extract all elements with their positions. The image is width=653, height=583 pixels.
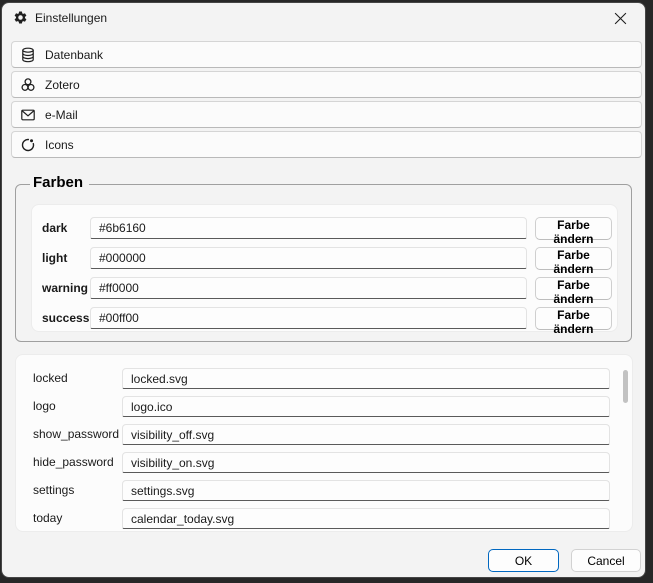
color-value-input[interactable] [90,307,527,329]
scrollbar-thumb[interactable] [623,370,628,403]
color-value-input[interactable] [90,247,527,269]
change-color-button[interactable]: Farbe ändern [535,217,612,240]
icon-file-label: today [33,508,62,529]
cancel-button[interactable]: Cancel [571,549,641,572]
close-button[interactable] [601,4,639,32]
section-label: e-Mail [45,108,78,122]
change-color-button[interactable]: Farbe ändern [535,307,612,330]
color-label: light [42,247,67,270]
icon-file-row-logo: logo [16,396,632,417]
icon-file-input[interactable] [122,368,610,389]
icon-file-input[interactable] [122,424,610,445]
icon-file-label: logo [33,396,56,417]
zotero-icon [20,77,36,93]
color-label: warning [42,277,88,300]
change-color-button[interactable]: Farbe ändern [535,247,612,270]
gear-icon [13,10,28,25]
envelope-icon [20,107,36,123]
color-row-warning: warning Farbe ändern [32,277,617,300]
icon-file-row-locked: locked [16,368,632,389]
icon-file-label: hide_password [33,452,114,473]
farben-panel: dark Farbe ändern light Farbe ändern war… [31,204,618,332]
window-title: Einstellungen [35,3,107,33]
color-label: success [42,307,89,330]
color-row-dark: dark Farbe ändern [32,217,617,240]
titlebar: Einstellungen [2,3,645,33]
close-icon [614,12,627,25]
icon-file-row-hide-password: hide_password [16,452,632,473]
icon-file-label: settings [33,480,74,501]
color-value-input[interactable] [90,217,527,239]
change-color-button[interactable]: Farbe ändern [535,277,612,300]
icon-files-panel: locked logo show_password hide_password … [15,354,633,532]
section-icons[interactable]: Icons [11,131,642,158]
ok-button[interactable]: OK [488,549,559,572]
section-label: Datenbank [45,48,103,62]
icon-file-label: show_password [33,424,119,445]
database-icon [20,47,36,63]
refresh-icon [20,137,36,153]
icon-file-row-today: today [16,508,632,529]
icon-file-input[interactable] [122,508,610,529]
section-datenbank[interactable]: Datenbank [11,41,642,68]
color-row-success: success Farbe ändern [32,307,617,330]
section-label: Zotero [45,78,80,92]
farben-title: Farben [30,174,89,191]
section-email[interactable]: e-Mail [11,101,642,128]
icon-file-row-settings: settings [16,480,632,501]
color-value-input[interactable] [90,277,527,299]
color-row-light: light Farbe ändern [32,247,617,270]
icon-file-input[interactable] [122,452,610,473]
section-zotero[interactable]: Zotero [11,71,642,98]
icon-file-row-show-password: show_password [16,424,632,445]
icon-file-input[interactable] [122,480,610,501]
icon-file-label: locked [33,368,68,389]
color-label: dark [42,217,67,240]
settings-dialog: Einstellungen Datenbank [1,2,646,578]
section-label: Icons [45,138,74,152]
icon-file-input[interactable] [122,396,610,417]
